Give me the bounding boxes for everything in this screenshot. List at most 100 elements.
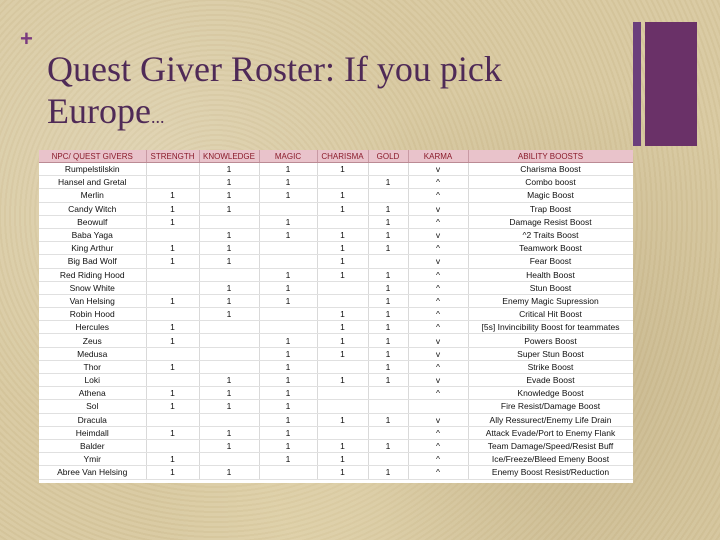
cell-strength: 1: [146, 360, 200, 375]
cell-npc: Thor: [39, 360, 147, 375]
cell-strength: [146, 228, 200, 243]
cell-knowledge: [199, 413, 260, 427]
cell-strength: 1: [146, 386, 200, 401]
cell-knowledge: 1: [199, 281, 260, 295]
cell-karma: v: [408, 347, 469, 361]
cell-knowledge: 1: [199, 439, 260, 454]
cell-gold: 1: [368, 360, 409, 375]
cell-gold: [368, 386, 409, 401]
table-row: Ymir 1 1 1 ^ Ice/Freeze/Bleed Emeny Boost: [39, 452, 633, 467]
cell-knowledge: [199, 320, 260, 335]
cell-npc: Rumpelstilskin: [39, 162, 147, 177]
cell-charisma: [317, 175, 369, 190]
cell-gold: 1: [368, 413, 409, 427]
accent-bar-thin: [633, 22, 641, 146]
column-header-ability: ABILITY BOOSTS: [468, 150, 633, 163]
cell-knowledge: [199, 268, 260, 282]
cell-karma: [408, 399, 469, 414]
cell-charisma: 1: [317, 452, 369, 467]
cell-magic: 1: [259, 268, 318, 282]
cell-charisma: 1: [317, 188, 369, 203]
cell-magic: [259, 241, 318, 256]
cell-knowledge: 1: [199, 307, 260, 322]
cell-knowledge: [199, 360, 260, 375]
column-header-strength: STRENGTH: [146, 150, 200, 163]
cell-ability: Attack Evade/Port to Enemy Flank: [468, 426, 633, 440]
cell-npc: Beowulf: [39, 215, 147, 229]
cell-ability: Charisma Boost: [468, 162, 633, 177]
cell-magic: 1: [259, 373, 318, 388]
cell-karma: ^: [408, 268, 469, 282]
cell-knowledge: [199, 452, 260, 467]
cell-npc: Big Bad Wolf: [39, 254, 147, 269]
cell-ability: Damage Resist Boost: [468, 215, 633, 229]
cell-charisma: [317, 386, 369, 401]
table-row: Heimdall 1 1 1 ^ Attack Evade/Port to Enemy F…: [39, 426, 633, 440]
cell-npc: Heimdall: [39, 426, 147, 440]
roster-spreadsheet: NPC/ QUEST GIVERS STRENGTH KNOWLEDGE MAGIC C…: [39, 150, 633, 483]
cell-magic: [259, 320, 318, 335]
slide-title-ellipsis: ...: [150, 107, 165, 127]
cell-knowledge: [199, 333, 260, 348]
cell-strength: [146, 373, 200, 388]
cell-karma: v: [408, 413, 469, 427]
cell-gold: 1: [368, 294, 409, 309]
cell-npc: Abree Van Helsing: [39, 465, 147, 480]
cell-magic: 1: [259, 439, 318, 454]
cell-strength: 1: [146, 452, 200, 467]
cell-knowledge: 1: [199, 399, 260, 414]
cell-magic: [259, 307, 318, 322]
cell-magic: 1: [259, 281, 318, 295]
cell-karma: v: [408, 333, 469, 348]
cell-strength: [146, 162, 200, 177]
table-row: Thor 1 1 1 ^ Strike Boost: [39, 360, 633, 375]
cell-karma: ^: [408, 386, 469, 401]
cell-strength: 1: [146, 294, 200, 309]
cell-charisma: 1: [317, 413, 369, 427]
cell-npc: Balder: [39, 439, 147, 454]
cell-knowledge: 1: [199, 175, 260, 190]
cell-gold: 1: [368, 215, 409, 229]
table-row: Big Bad Wolf 1 1 1 v Fear Boost: [39, 254, 633, 269]
cell-magic: 1: [259, 333, 318, 348]
cell-npc: Loki: [39, 373, 147, 388]
table-row: Athena 1 1 1 ^ Knowledge Boost: [39, 386, 633, 401]
cell-knowledge: 1: [199, 426, 260, 440]
cell-ability: Enemy Magic Supression: [468, 294, 633, 309]
cell-ability: Strike Boost: [468, 360, 633, 375]
column-header-karma: KARMA: [408, 150, 469, 163]
cell-strength: 1: [146, 465, 200, 480]
cell-karma: ^: [408, 281, 469, 295]
cell-magic: 1: [259, 399, 318, 414]
cell-magic: 1: [259, 228, 318, 243]
column-header-magic: MAGIC: [259, 150, 318, 163]
table-row: Zeus 1 1 1 1 v Powers Boost: [39, 333, 633, 348]
cell-charisma: 1: [317, 373, 369, 388]
table-row: Beowulf 1 1 1 ^ Damage Resist Boost: [39, 215, 633, 229]
cell-karma: ^: [408, 465, 469, 480]
cell-gold: [368, 162, 409, 177]
table-row: Merlin 1 1 1 1 ^ Magic Boost: [39, 188, 633, 203]
cell-gold: 1: [368, 281, 409, 295]
cell-charisma: 1: [317, 202, 369, 216]
cell-ability: Teamwork Boost: [468, 241, 633, 256]
table-row: Hansel and Gretal 1 1 1 ^ Combo boost: [39, 175, 633, 190]
table-row: Hercules 1 1 1 ^ [5s] Invincibility Boost for…: [39, 320, 633, 335]
slide-title: Quest Giver Roster: If you pick Europe..…: [47, 48, 607, 138]
cell-strength: [146, 307, 200, 322]
cell-magic: 1: [259, 175, 318, 190]
cell-charisma: [317, 360, 369, 375]
cell-karma: ^: [408, 188, 469, 203]
cell-magic: [259, 465, 318, 480]
cell-npc: Baba Yaga: [39, 228, 147, 243]
cell-charisma: 1: [317, 268, 369, 282]
cell-strength: [146, 413, 200, 427]
cell-npc: Hercules: [39, 320, 147, 335]
cell-magic: 1: [259, 413, 318, 427]
cell-charisma: [317, 281, 369, 295]
cell-karma: v: [408, 254, 469, 269]
cell-ability: Powers Boost: [468, 333, 633, 348]
cell-ability: Ally Ressurect/Enemy Life Drain: [468, 413, 633, 427]
cell-ability: Evade Boost: [468, 373, 633, 388]
cell-gold: 1: [368, 333, 409, 348]
